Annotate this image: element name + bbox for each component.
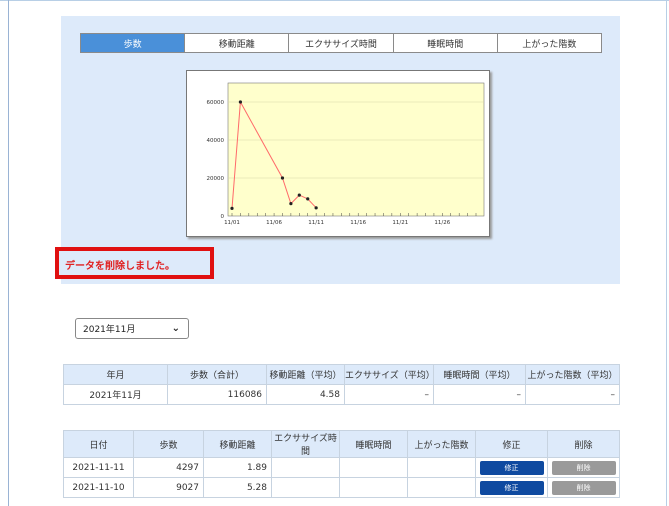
month-select[interactable]: 2021年11月 ⌄ [75, 318, 189, 339]
deleted-message: データを削除しました。 [65, 261, 175, 272]
right-border [666, 0, 667, 506]
daily-header: エクササイズ時間 [271, 430, 340, 458]
daily-header: 移動距離 [203, 430, 272, 458]
delete-button[interactable]: 削除 [551, 460, 616, 475]
sleep-cell [339, 477, 408, 498]
tab-sleep[interactable]: 睡眠時間 [392, 34, 497, 52]
steps-cell: 9027 [133, 477, 204, 498]
daily-header: 修正 [475, 430, 548, 458]
summary-header: 歩数（合計） [167, 364, 267, 385]
metric-tabs: 歩数 移動距離 エクササイズ時間 睡眠時間 上がった階数 [80, 33, 602, 53]
summary-header: 睡眠時間（平均） [433, 364, 526, 385]
exercise-cell [271, 477, 340, 498]
summary-cell: – [344, 384, 434, 405]
y-tick-label: 40000 [207, 138, 225, 144]
summary-cell: – [525, 384, 620, 405]
table-row: 2021-11-11 4297 1.89 修正 削除 [63, 457, 620, 478]
date-cell: 2021-11-11 [63, 457, 134, 478]
floors-cell [407, 477, 476, 498]
delete-cell: 削除 [547, 477, 620, 498]
daily-header: 睡眠時間 [339, 430, 408, 458]
tab-distance[interactable]: 移動距離 [184, 34, 288, 52]
delete-button[interactable]: 削除 [551, 480, 616, 495]
daily-table: 日付 歩数 移動距離 エクササイズ時間 睡眠時間 上がった階数 修正 削除 20… [63, 430, 620, 498]
tab-steps[interactable]: 歩数 [81, 34, 185, 52]
delete-cell: 削除 [547, 457, 620, 478]
steps-chart: 0 20000 40000 60000 11/01 11/06 11/11 11/16 11/2… [186, 70, 490, 237]
summary-header: 上がった階数（平均） [525, 364, 620, 385]
month-select-value: 2021年11月 [83, 325, 136, 335]
x-tick-label: 11/16 [350, 220, 366, 226]
tab-exercise[interactable]: エクササイズ時間 [288, 34, 392, 52]
y-tick-label: 20000 [207, 176, 225, 182]
summary-cell: 2021年11月 [63, 384, 168, 405]
top-border [0, 0, 669, 1]
table-row: 2021年11月 116086 4.58 – – – [63, 384, 620, 405]
summary-cell: – [433, 384, 526, 405]
floors-cell [407, 457, 476, 478]
distance-cell: 1.89 [203, 457, 272, 478]
daily-header: 上がった階数 [407, 430, 476, 458]
x-tick-label: 11/06 [266, 220, 282, 226]
summary-header: 移動距離（平均） [266, 364, 345, 385]
date-cell: 2021-11-10 [63, 477, 134, 498]
data-point [297, 193, 301, 197]
x-tick-label: 11/21 [392, 220, 408, 226]
data-point [289, 202, 293, 206]
edit-cell: 修正 [475, 477, 548, 498]
edit-button[interactable]: 修正 [479, 460, 544, 475]
x-tick-label: 11/11 [308, 220, 324, 226]
exercise-cell [271, 457, 340, 478]
summary-header: エクササイズ（平均） [344, 364, 435, 385]
daily-header: 削除 [547, 430, 620, 458]
summary-cell: 4.58 [266, 384, 345, 405]
data-point [230, 206, 234, 210]
summary-table: 年月 歩数（合計） 移動距離（平均） エクササイズ（平均） 睡眠時間（平均） 上… [63, 364, 620, 405]
chevron-down-icon: ⌄ [171, 323, 180, 334]
distance-cell: 5.28 [203, 477, 272, 498]
edit-button[interactable]: 修正 [479, 480, 544, 495]
summary-cell: 116086 [167, 384, 267, 405]
data-point [238, 100, 243, 104]
table-row: 2021-11-10 9027 5.28 修正 削除 [63, 477, 620, 498]
daily-header: 歩数 [133, 430, 204, 458]
sleep-cell [339, 457, 408, 478]
y-tick-label: 60000 [207, 100, 225, 106]
left-border [8, 0, 9, 506]
edit-cell: 修正 [475, 457, 548, 478]
data-point [314, 206, 318, 210]
tab-floors[interactable]: 上がった階数 [496, 34, 601, 52]
x-tick-label: 11/01 [224, 220, 240, 226]
summary-header: 年月 [63, 364, 168, 385]
chart-svg: 020000400006000011/01 11/06 11/11 11/16 11/2… [207, 82, 485, 226]
daily-header: 日付 [63, 430, 134, 458]
data-point [280, 176, 285, 180]
x-tick-label: 11/26 [434, 220, 450, 226]
data-point [306, 197, 310, 201]
steps-cell: 4297 [133, 457, 204, 478]
